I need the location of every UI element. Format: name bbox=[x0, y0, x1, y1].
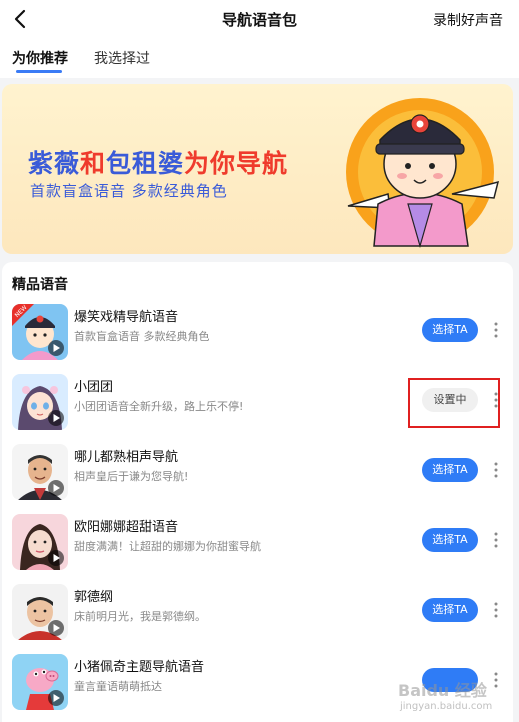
voice-thumbnail bbox=[12, 654, 68, 710]
annotation-highlight-box bbox=[408, 378, 500, 428]
list-item[interactable]: 郭德纲 床前明月光，我是郭德纲。 选择TA bbox=[2, 582, 513, 652]
voice-title: 爆笑戏精导航语音 bbox=[74, 310, 179, 325]
voice-thumbnail bbox=[12, 444, 68, 500]
voice-description: 首款盲盒语音 多款经典角色 bbox=[74, 330, 210, 343]
list-item[interactable]: 哪儿都熟相声导航 相声皇后于谦为您导航! 选择TA bbox=[2, 442, 513, 512]
active-tab-indicator bbox=[16, 70, 62, 73]
tab-bar: 为你推荐 我选择过 bbox=[0, 40, 519, 78]
voice-description: 甜度满满！让超甜的娜娜为你甜蜜导航 bbox=[74, 540, 261, 553]
banner-headline: 紫薇和包租婆为你导航 bbox=[28, 144, 288, 180]
banner-headline-part: 为你导航 bbox=[184, 149, 289, 178]
more-options-icon[interactable] bbox=[490, 598, 502, 622]
watermark-text: Baidu 经验 bbox=[398, 681, 487, 700]
voice-title: 欧阳娜娜超甜语音 bbox=[74, 520, 179, 535]
promo-banner[interactable]: 紫薇和包租婆为你导航 首款盲盒语音 多款经典角色 bbox=[2, 84, 513, 254]
voice-thumbnail bbox=[12, 514, 68, 570]
select-voice-button[interactable]: 选择TA bbox=[422, 598, 478, 622]
select-voice-button[interactable]: 选择TA bbox=[422, 458, 478, 482]
banner-headline-part: 和 bbox=[80, 149, 107, 178]
more-options-icon[interactable] bbox=[490, 318, 502, 342]
banner-headline-part: 紫薇 bbox=[28, 149, 81, 178]
premium-voices-card: 精品语音 NEW 爆笑戏精导航语音 首款盲盒语音 多款经典角色 选择TA 小团团… bbox=[2, 262, 513, 722]
voice-description: 童言童语萌萌抵达 bbox=[74, 680, 162, 693]
watermark-url: jingyan.baidu.com bbox=[400, 701, 493, 712]
tab-recommended[interactable]: 为你推荐 bbox=[12, 48, 68, 68]
voice-title: 郭德纲 bbox=[74, 590, 114, 605]
voice-thumbnail bbox=[12, 584, 68, 640]
list-item[interactable]: NEW 爆笑戏精导航语音 首款盲盒语音 多款经典角色 选择TA bbox=[2, 302, 513, 372]
more-options-icon[interactable] bbox=[490, 528, 502, 552]
banner-headline-part: 包租婆 bbox=[106, 149, 185, 178]
voice-title: 小猪佩奇主题导航语音 bbox=[74, 660, 205, 675]
select-voice-button[interactable]: 选择TA bbox=[422, 318, 478, 342]
select-voice-button[interactable]: 选择TA bbox=[422, 528, 478, 552]
voice-description: 小团团语音全新升级，路上乐不停! bbox=[74, 400, 244, 413]
section-title: 精品语音 bbox=[12, 277, 68, 293]
list-item[interactable]: 欧阳娜娜超甜语音 甜度满满！让超甜的娜娜为你甜蜜导航 选择TA bbox=[2, 512, 513, 582]
voice-thumbnail: NEW bbox=[12, 304, 68, 360]
voice-title: 哪儿都熟相声导航 bbox=[74, 450, 179, 465]
voice-description: 床前明月光，我是郭德纲。 bbox=[74, 610, 206, 623]
banner-character-illustration bbox=[346, 98, 500, 249]
banner-subtitle: 首款盲盒语音 多款经典角色 bbox=[30, 182, 228, 200]
voice-description: 相声皇后于谦为您导航! bbox=[74, 470, 189, 483]
tab-selected-before[interactable]: 我选择过 bbox=[94, 48, 150, 68]
more-options-icon[interactable] bbox=[490, 458, 502, 482]
watermark: Baidu 经验 jingyan.baidu.com bbox=[398, 675, 516, 719]
top-bar: 导航语音包 录制好声音 bbox=[0, 0, 519, 40]
voice-thumbnail bbox=[12, 374, 68, 430]
voice-title: 小团团 bbox=[74, 380, 114, 395]
record-voice-link[interactable]: 录制好声音 bbox=[433, 10, 503, 30]
